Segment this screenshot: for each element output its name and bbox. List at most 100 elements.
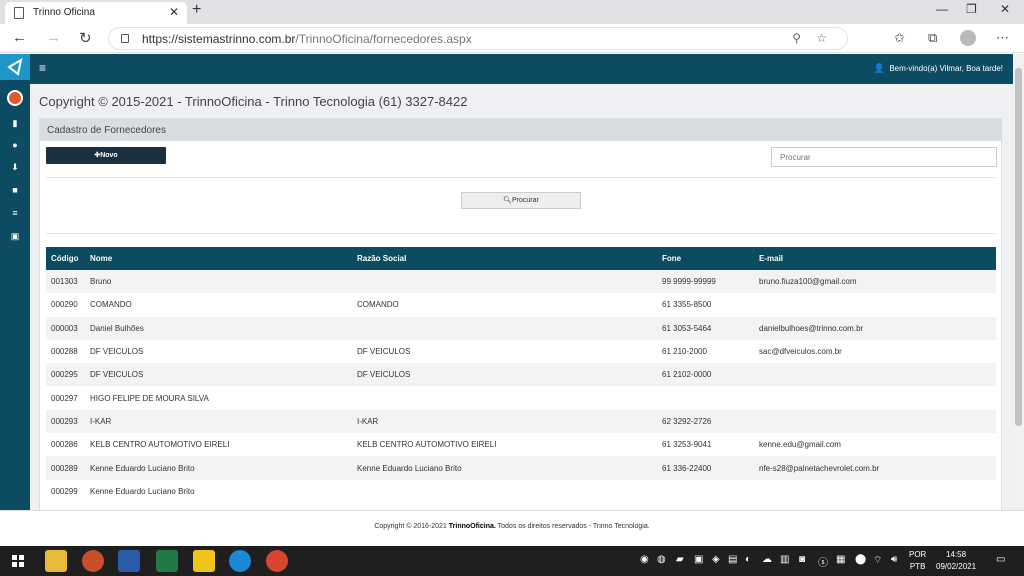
word-icon[interactable] xyxy=(118,550,140,572)
cell-email xyxy=(754,363,996,387)
table-row[interactable]: 000297 HIGO FELIPE DE MOURA SILVA xyxy=(46,386,996,410)
table-row[interactable]: 000288 DF VEICULOS DF VEICULOS 61 210-2000 s… xyxy=(46,339,996,364)
app-logo[interactable] xyxy=(0,54,30,80)
zoom-icon[interactable]: ⚲ xyxy=(792,31,801,45)
footer-suffix: Todos os direitos reservados - Trinno Te… xyxy=(495,523,650,530)
table-row[interactable]: 000290 COMANDO COMANDO 61 3355-8500 xyxy=(46,293,996,317)
back-icon[interactable]: ← xyxy=(12,29,27,46)
table-row[interactable]: 000003 Daniel Bulhões 61 3053-5464 danielbu… xyxy=(46,316,996,340)
top-navbar: ≡ 👤 Bem-vindo(a) Vilmar, Boa tarde! xyxy=(30,54,1013,84)
col-header-fone[interactable]: Fone xyxy=(657,247,754,270)
table-row[interactable]: 001303 Bruno 99 9999-99999 bruno.fiuza100@g… xyxy=(46,270,996,294)
tray-icon[interactable]: ◈ xyxy=(712,554,720,565)
search-button-label: Procurar xyxy=(512,197,539,204)
table-row[interactable]: 000286 KELB CENTRO AUTOMOTIVO EIRELI KELB … xyxy=(46,433,996,457)
table-row[interactable]: 000289 Kenne Eduardo Luciano Brito Kenne E… xyxy=(46,456,996,480)
edge-icon[interactable] xyxy=(229,550,251,572)
page-scrollbar[interactable] xyxy=(1013,54,1024,510)
nvidia-icon[interactable]: ▰ xyxy=(676,554,684,565)
tray-icon[interactable]: ▣ xyxy=(694,554,703,565)
browser-tab[interactable]: Trinno Oficina ✕ xyxy=(5,2,187,24)
clock-time: 14:58 xyxy=(946,550,967,559)
refresh-icon[interactable]: ↻ xyxy=(79,29,92,47)
address-bar-row: ← → ↻ https://sistemastrinno.com.br/Trin… xyxy=(0,24,1024,53)
cell-nome: I-KAR xyxy=(85,409,352,434)
divider xyxy=(46,233,996,234)
report-icon[interactable]: ▣ xyxy=(0,231,30,242)
download-icon[interactable]: ⬇ xyxy=(0,162,30,173)
close-window-icon[interactable]: ✕ xyxy=(1000,2,1010,16)
search-input[interactable] xyxy=(771,147,997,167)
scrollbar-thumb[interactable] xyxy=(1015,68,1022,426)
system-clock[interactable]: 14:58 09/02/2021 xyxy=(936,549,976,573)
cell-razao-social xyxy=(352,386,657,410)
skype-icon[interactable]: ⓢ xyxy=(818,554,828,569)
onedrive-icon[interactable]: ☁ xyxy=(762,554,772,565)
tray-icon[interactable]: ◐ xyxy=(745,554,751,565)
cell-codigo: 000288 xyxy=(46,339,85,364)
more-icon[interactable]: ⋯ xyxy=(996,30,1009,46)
footer-prefix: Copyright © 2016-2021 xyxy=(374,523,449,530)
cell-razao-social: COMANDO xyxy=(352,293,657,317)
tray-icon[interactable]: ▦ xyxy=(836,554,845,565)
table-row[interactable]: 000299 Kenne Eduardo Luciano Brito xyxy=(46,479,996,503)
close-tab-icon[interactable]: ✕ xyxy=(169,5,179,19)
cell-codigo: 000299 xyxy=(46,479,85,503)
cell-codigo: 000293 xyxy=(46,409,85,434)
welcome-text[interactable]: Bem-vindo(a) Vilmar, Boa tarde! xyxy=(889,64,1003,73)
tray-icon[interactable]: ▤ xyxy=(728,554,737,565)
wifi-icon[interactable]: ⌔ xyxy=(873,554,882,567)
list-icon[interactable]: ≡ xyxy=(0,208,30,218)
cell-codigo: 001303 xyxy=(46,270,85,294)
cell-nome: HIGO FELIPE DE MOURA SILVA xyxy=(85,386,352,410)
database-icon[interactable]: ▮ xyxy=(0,118,30,129)
tray-icon[interactable]: ⬤ xyxy=(855,554,866,565)
search-button[interactable]: 🔍︎Procurar xyxy=(461,192,581,209)
forward-icon[interactable]: → xyxy=(46,29,61,46)
collections-icon[interactable]: ⧉ xyxy=(928,30,937,46)
oficina-icon[interactable] xyxy=(7,90,23,106)
menu-toggle-icon[interactable]: ≡ xyxy=(39,61,46,75)
table-row[interactable]: 000295 DF VEICULOS DF VEICULOS 61 2102-0000 xyxy=(46,363,996,387)
minimize-icon[interactable]: — xyxy=(936,2,948,16)
col-header-razao-social[interactable]: Razão Social xyxy=(352,247,657,270)
favorite-icon[interactable]: ☆ xyxy=(816,31,827,45)
favorites-icon[interactable]: ✩ xyxy=(894,30,905,46)
profile-avatar[interactable] xyxy=(960,30,976,46)
cell-fone: 61 2102-0000 xyxy=(657,363,754,387)
cell-nome: Kenne Eduardo Luciano Brito xyxy=(85,456,352,480)
cell-codigo: 000003 xyxy=(46,316,85,340)
chrome-icon[interactable] xyxy=(266,550,288,572)
cell-email xyxy=(754,409,996,434)
cell-codigo: 000289 xyxy=(46,456,85,480)
maximize-icon[interactable]: ❐ xyxy=(966,2,977,16)
language-indicator[interactable]: POR PTB xyxy=(909,549,926,573)
col-header-email[interactable]: E-mail xyxy=(754,247,996,270)
tray-icon[interactable]: ◉ xyxy=(640,554,649,565)
new-supplier-button[interactable]: ✚Novo xyxy=(46,147,166,164)
volume-icon[interactable]: 🔊︎ xyxy=(891,554,897,565)
cell-razao-social: DF VEICULOS xyxy=(352,363,657,387)
cell-email: bruno.fiuza100@gmail.com xyxy=(754,270,996,294)
notifications-icon[interactable]: ▭ xyxy=(996,554,1005,565)
col-header-codigo[interactable]: Código xyxy=(46,247,85,270)
print-icon[interactable]: ■ xyxy=(0,185,30,195)
excel-icon[interactable] xyxy=(156,550,178,572)
windows-start-icon[interactable] xyxy=(12,555,24,567)
cell-razao-social: Kenne Eduardo Luciano Brito xyxy=(352,456,657,480)
url-path: /TrinnoOficina/fornecedores.aspx xyxy=(295,32,472,46)
network-icon[interactable]: ◍ xyxy=(657,554,666,565)
col-header-nome[interactable]: Nome xyxy=(85,247,352,270)
tray-icon[interactable]: ◙ xyxy=(799,554,805,565)
users-icon[interactable]: ● xyxy=(0,140,30,150)
url-field[interactable]: https://sistemastrinno.com.br/TrinnoOfic… xyxy=(108,27,848,50)
table-row[interactable]: 000293 I-KAR I-KAR 62 3292-2726 xyxy=(46,409,996,434)
powerpoint-icon[interactable] xyxy=(82,550,104,572)
cell-fone xyxy=(657,386,754,410)
cell-fone: 61 336-22400 xyxy=(657,456,754,480)
sticky-notes-icon[interactable] xyxy=(193,550,215,572)
new-tab-icon[interactable]: + xyxy=(192,1,201,19)
cell-nome: Daniel Bulhões xyxy=(85,316,352,340)
tray-icon[interactable]: ▥ xyxy=(780,554,789,565)
file-explorer-icon[interactable] xyxy=(45,550,67,572)
